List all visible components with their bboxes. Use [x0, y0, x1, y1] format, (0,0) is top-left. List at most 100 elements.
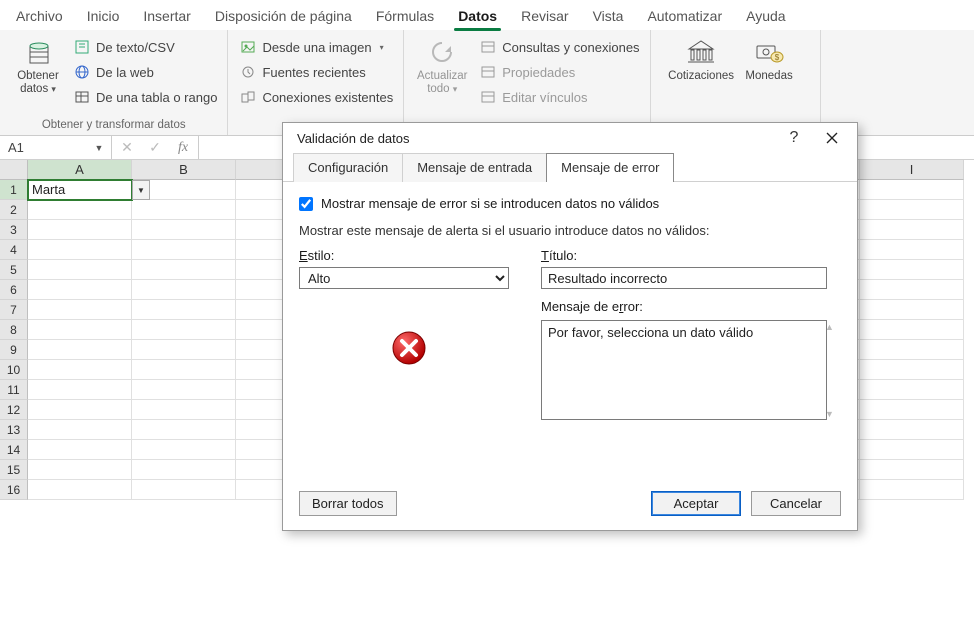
cell[interactable]	[28, 300, 132, 320]
row-header[interactable]: 12	[0, 400, 28, 420]
cell[interactable]	[860, 280, 964, 300]
close-icon[interactable]	[813, 125, 851, 151]
cell[interactable]	[132, 400, 236, 420]
row-header[interactable]: 11	[0, 380, 28, 400]
tab-ayuda[interactable]: Ayuda	[734, 3, 797, 30]
textarea-scrollbar[interactable]: ▲▼	[825, 322, 837, 419]
style-select[interactable]: Alto	[299, 267, 509, 289]
tab-datos[interactable]: Datos	[446, 3, 509, 30]
cell[interactable]	[132, 480, 236, 500]
title-field[interactable]	[541, 267, 827, 289]
row-header[interactable]: 15	[0, 460, 28, 480]
row-header[interactable]: 7	[0, 300, 28, 320]
cell[interactable]	[860, 380, 964, 400]
row-header[interactable]: 6	[0, 280, 28, 300]
fx-icon[interactable]: fx	[174, 140, 192, 156]
cell[interactable]	[28, 400, 132, 420]
name-box[interactable]: A1 ▼	[0, 136, 112, 159]
tab-archivo[interactable]: Archivo	[4, 3, 75, 30]
column-header[interactable]: A	[28, 160, 132, 180]
tab-revisar[interactable]: Revisar	[509, 3, 580, 30]
cell[interactable]	[860, 340, 964, 360]
cell[interactable]	[132, 200, 236, 220]
cell[interactable]	[132, 280, 236, 300]
tab-insertar[interactable]: Insertar	[131, 3, 202, 30]
tab-automatizar[interactable]: Automatizar	[635, 3, 734, 30]
tab-fórmulas[interactable]: Fórmulas	[364, 3, 446, 30]
currencies-data-type-button[interactable]: $ Monedas	[739, 34, 799, 112]
row-header[interactable]: 10	[0, 360, 28, 380]
cell[interactable]	[132, 320, 236, 340]
row-header[interactable]: 13	[0, 420, 28, 440]
row-header[interactable]: 14	[0, 440, 28, 460]
cancel-button[interactable]: Cancelar	[751, 491, 841, 516]
cell[interactable]	[28, 260, 132, 280]
cell[interactable]	[132, 440, 236, 460]
cell[interactable]	[860, 460, 964, 480]
cell[interactable]	[860, 260, 964, 280]
show-error-checkbox-row[interactable]: Mostrar mensaje de error si se introduce…	[299, 196, 841, 211]
row-header[interactable]: 3	[0, 220, 28, 240]
cell[interactable]	[132, 220, 236, 240]
cell[interactable]	[860, 440, 964, 460]
cell[interactable]	[860, 300, 964, 320]
source-conexiones-existentes[interactable]: Conexiones existentes	[238, 86, 395, 108]
select-all-corner[interactable]	[0, 160, 28, 180]
row-header[interactable]: 2	[0, 200, 28, 220]
source-fuentes-recientes[interactable]: Fuentes recientes	[238, 61, 395, 83]
cell[interactable]	[28, 420, 132, 440]
dialog-tab-mensaje-de-entrada[interactable]: Mensaje de entrada	[402, 153, 547, 182]
cell[interactable]	[28, 360, 132, 380]
clear-all-button[interactable]: Borrar todos	[299, 491, 397, 516]
column-header[interactable]: I	[860, 160, 964, 180]
show-error-checkbox[interactable]	[299, 197, 313, 211]
source-desde-una-imagen[interactable]: Desde una imagen▾	[238, 36, 395, 58]
cell[interactable]	[860, 200, 964, 220]
error-message-field[interactable]	[541, 320, 827, 420]
cell[interactable]	[132, 340, 236, 360]
source-de-texto-csv[interactable]: De texto/CSV	[72, 36, 219, 58]
cell[interactable]	[132, 300, 236, 320]
tab-vista[interactable]: Vista	[581, 3, 636, 30]
cell[interactable]	[28, 280, 132, 300]
row-header[interactable]: 8	[0, 320, 28, 340]
cell[interactable]	[132, 240, 236, 260]
row-header[interactable]: 1	[0, 180, 28, 200]
cell[interactable]	[28, 480, 132, 500]
refresh-all-button[interactable]: Actualizartodo ▾	[412, 34, 472, 112]
dialog-title-bar[interactable]: Validación de datos ?	[283, 123, 857, 153]
cell[interactable]	[860, 320, 964, 340]
cell[interactable]	[860, 420, 964, 440]
data-validation-dropdown[interactable]: ▼	[132, 180, 150, 200]
cell[interactable]	[132, 260, 236, 280]
chevron-down-icon[interactable]: ▼	[91, 143, 107, 153]
cell[interactable]	[28, 380, 132, 400]
cell[interactable]	[132, 420, 236, 440]
cell[interactable]	[132, 380, 236, 400]
ok-button[interactable]: Aceptar	[651, 491, 741, 516]
cell[interactable]	[860, 220, 964, 240]
cell[interactable]	[28, 240, 132, 260]
tab-inicio[interactable]: Inicio	[75, 3, 132, 30]
cell[interactable]	[28, 460, 132, 480]
source-de-una-tabla-o-rango[interactable]: De una tabla o rango	[72, 86, 219, 108]
row-header[interactable]: 4	[0, 240, 28, 260]
cell[interactable]	[28, 200, 132, 220]
dialog-tab-mensaje-de-error[interactable]: Mensaje de error	[546, 153, 674, 182]
cell[interactable]	[28, 340, 132, 360]
cell[interactable]	[28, 320, 132, 340]
cell[interactable]	[860, 480, 964, 500]
cell[interactable]	[860, 180, 964, 200]
get-data-button[interactable]: Obtenerdatos ▾	[8, 34, 68, 112]
cell[interactable]	[860, 240, 964, 260]
row-header[interactable]: 16	[0, 480, 28, 500]
cell[interactable]	[860, 400, 964, 420]
cell[interactable]	[132, 360, 236, 380]
queries-consultas-y-conexiones[interactable]: Consultas y conexiones	[478, 36, 641, 58]
help-button[interactable]: ?	[775, 125, 813, 151]
cell[interactable]	[28, 220, 132, 240]
cell[interactable]	[28, 440, 132, 460]
cell[interactable]	[132, 460, 236, 480]
row-header[interactable]: 9	[0, 340, 28, 360]
row-header[interactable]: 5	[0, 260, 28, 280]
